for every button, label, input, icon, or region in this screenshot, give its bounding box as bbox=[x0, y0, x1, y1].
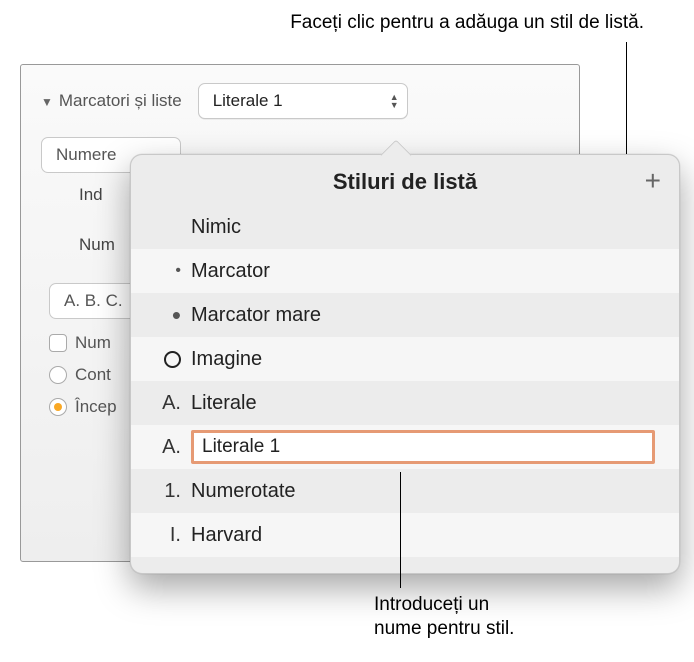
list-style-option-big-bullet[interactable]: Marcator mare bbox=[131, 293, 679, 337]
bullet-small-icon bbox=[151, 262, 191, 280]
bullet-large-icon bbox=[151, 300, 191, 331]
list-type-value: Numere bbox=[56, 145, 116, 165]
disclosure-icon[interactable]: ▼ bbox=[41, 95, 53, 109]
start-from-label: Încep bbox=[75, 397, 117, 417]
chevron-updown-icon: ▲▼ bbox=[390, 93, 399, 109]
bullets-lists-label: ▼Marcatori și liste bbox=[41, 91, 182, 111]
popover-title: Stiluri de listă bbox=[131, 155, 679, 205]
style-name: Literale bbox=[191, 392, 655, 415]
marker-letter-a: A. bbox=[151, 436, 191, 459]
ring-icon bbox=[151, 351, 191, 368]
start-from-radio[interactable] bbox=[49, 398, 67, 416]
list-style-option-none[interactable]: Nimic bbox=[131, 205, 679, 249]
list-styles-popover: Stiluri de listă + Nimic Marcator Marcat… bbox=[130, 154, 680, 574]
list-style-option-numbered[interactable]: 1. Numerotate bbox=[131, 469, 679, 513]
style-name: Imagine bbox=[191, 348, 655, 371]
style-name: Marcator bbox=[191, 260, 655, 283]
list-style-option-lettered-1-editing[interactable]: A. Literale 1 bbox=[131, 425, 679, 469]
callout-enter-name: Introduceți un nume pentru stil. bbox=[374, 593, 514, 642]
callout-line-top bbox=[626, 42, 627, 168]
list-styles-list: Nimic Marcator Marcator mare Imagine A. … bbox=[131, 205, 679, 557]
style-name: Marcator mare bbox=[191, 304, 655, 327]
list-style-value: Literale 1 bbox=[213, 91, 283, 111]
callout-add-style: Faceți clic pentru a adăuga un stil de l… bbox=[290, 12, 644, 34]
style-name-input-value: Literale 1 bbox=[202, 436, 280, 458]
list-style-option-bullet[interactable]: Marcator bbox=[131, 249, 679, 293]
marker-number-1: 1. bbox=[151, 480, 191, 503]
continue-radio[interactable] bbox=[49, 366, 67, 384]
marker-roman-i: I. bbox=[151, 524, 191, 547]
callout-line-bottom bbox=[400, 472, 401, 588]
style-name: Nimic bbox=[191, 216, 655, 239]
number-format-value: A. B. C. bbox=[64, 291, 123, 311]
marker-letter-a: A. bbox=[151, 392, 191, 415]
list-style-option-image[interactable]: Imagine bbox=[131, 337, 679, 381]
add-style-button[interactable]: + bbox=[645, 167, 661, 195]
style-name-input[interactable]: Literale 1 bbox=[191, 430, 655, 464]
style-name: Harvard bbox=[191, 524, 655, 547]
tiered-numbers-checkbox[interactable] bbox=[49, 334, 67, 352]
list-style-option-harvard[interactable]: I. Harvard bbox=[131, 513, 679, 557]
list-style-option-lettered[interactable]: A. Literale bbox=[131, 381, 679, 425]
continue-label: Cont bbox=[75, 365, 111, 385]
tiered-numbers-label: Num bbox=[75, 333, 111, 353]
style-name: Numerotate bbox=[191, 480, 655, 503]
list-style-dropdown[interactable]: Literale 1 ▲▼ bbox=[198, 83, 408, 119]
